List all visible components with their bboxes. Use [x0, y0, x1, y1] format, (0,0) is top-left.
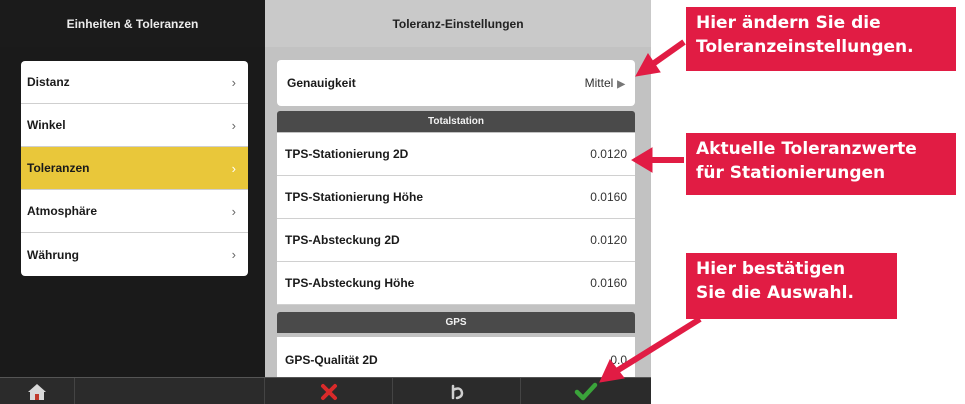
undo-icon	[451, 384, 463, 399]
category-atmosphaere[interactable]: Atmosphäre ›	[21, 190, 248, 233]
gps-tolerance-row[interactable]: GPS-Qualität 2D 0.0	[277, 337, 635, 377]
category-label: Winkel	[27, 118, 66, 132]
right-pane-header: Toleranz-Einstellungen	[265, 0, 651, 47]
tolerance-value: 0.0	[610, 352, 627, 367]
section-header-gps: GPS	[277, 312, 635, 333]
cancel-button[interactable]	[265, 378, 393, 404]
category-waehrung[interactable]: Währung ›	[21, 233, 248, 276]
callout-confirm: Hier bestätigen Sie die Auswahl.	[686, 253, 897, 319]
precision-label: Genauigkeit	[287, 76, 356, 90]
arrow-line	[648, 39, 686, 69]
callout-line: Aktuelle Toleranzwerte	[696, 139, 917, 159]
tolerance-list: TPS-Stationierung 2D 0.0120 TPS-Stationi…	[277, 133, 635, 305]
tolerance-row[interactable]: TPS-Stationierung Höhe 0.0160	[277, 176, 635, 219]
x-icon	[320, 383, 337, 400]
category-list: Distanz › Winkel › Toleranzen › Atmosphä…	[21, 61, 248, 276]
tolerance-settings-panel: Genauigkeit Mittel ▶ Totalstation TPS-Sta…	[265, 47, 651, 377]
category-label: Währung	[27, 247, 79, 262]
callout-line: Hier ändern Sie die	[696, 13, 881, 33]
callout-line: für Stationierungen	[696, 163, 886, 183]
category-label: Atmosphäre	[27, 204, 98, 218]
checkmark-icon	[574, 382, 598, 400]
tolerance-label: TPS-Stationierung 2D	[285, 147, 409, 161]
undo-button[interactable]	[393, 378, 521, 404]
callout-line: Hier bestätigen	[696, 259, 846, 279]
tolerance-value: 0.0120	[590, 233, 627, 247]
category-label: Distanz	[27, 75, 70, 89]
chevron-right-icon: ›	[231, 160, 236, 176]
tolerance-value: 0.0160	[590, 276, 627, 290]
callout-line: Toleranzeinstellungen.	[696, 37, 914, 57]
category-distanz[interactable]: Distanz ›	[21, 61, 248, 104]
tolerance-label: TPS-Stationierung Höhe	[285, 190, 423, 204]
tolerance-value: 0.0160	[590, 190, 627, 204]
precision-value-wrap: Mittel ▶	[585, 76, 625, 90]
precision-value: Mittel	[584, 76, 614, 90]
device-screen: Einheiten & Toleranzen Distanz › Winkel …	[0, 0, 651, 404]
category-label: Toleranzen	[27, 161, 90, 175]
chevron-right-icon: ›	[231, 247, 236, 262]
left-pane-header: Einheiten & Toleranzen	[0, 0, 265, 47]
tolerance-label: TPS-Absteckung Höhe	[285, 276, 415, 290]
tolerance-row[interactable]: TPS-Absteckung 2D 0.0120	[277, 219, 635, 262]
bottom-toolbar	[0, 377, 651, 404]
callout-change-settings: Hier ändern Sie die Toleranzeinstellunge…	[686, 7, 956, 71]
confirm-button[interactable]	[521, 378, 651, 404]
tolerance-value: 0.0120	[590, 147, 627, 161]
category-winkel[interactable]: Winkel ›	[21, 104, 248, 147]
tolerance-label: GPS-Qualität 2D	[285, 352, 378, 367]
callout-line: Sie die Auswahl.	[696, 283, 854, 303]
chevron-right-icon: ›	[231, 203, 236, 219]
tolerance-label: TPS-Absteckung 2D	[285, 233, 400, 247]
category-toleranzen[interactable]: Toleranzen ›	[21, 147, 248, 190]
tolerance-row[interactable]: TPS-Absteckung Höhe 0.0160	[277, 262, 635, 305]
callout-current-values: Aktuelle Toleranzwerte für Stationierung…	[686, 133, 956, 195]
toolbar-spacer	[75, 378, 265, 404]
home-button[interactable]	[0, 378, 75, 404]
chevron-right-icon: ›	[231, 117, 236, 133]
tolerance-row[interactable]: TPS-Stationierung 2D 0.0120	[277, 133, 635, 176]
section-header-totalstation: Totalstation	[277, 111, 635, 132]
play-arrow-icon: ▶	[617, 79, 625, 90]
home-icon	[28, 383, 46, 400]
precision-selector[interactable]: Genauigkeit Mittel ▶	[277, 60, 635, 106]
chevron-right-icon: ›	[231, 74, 236, 90]
